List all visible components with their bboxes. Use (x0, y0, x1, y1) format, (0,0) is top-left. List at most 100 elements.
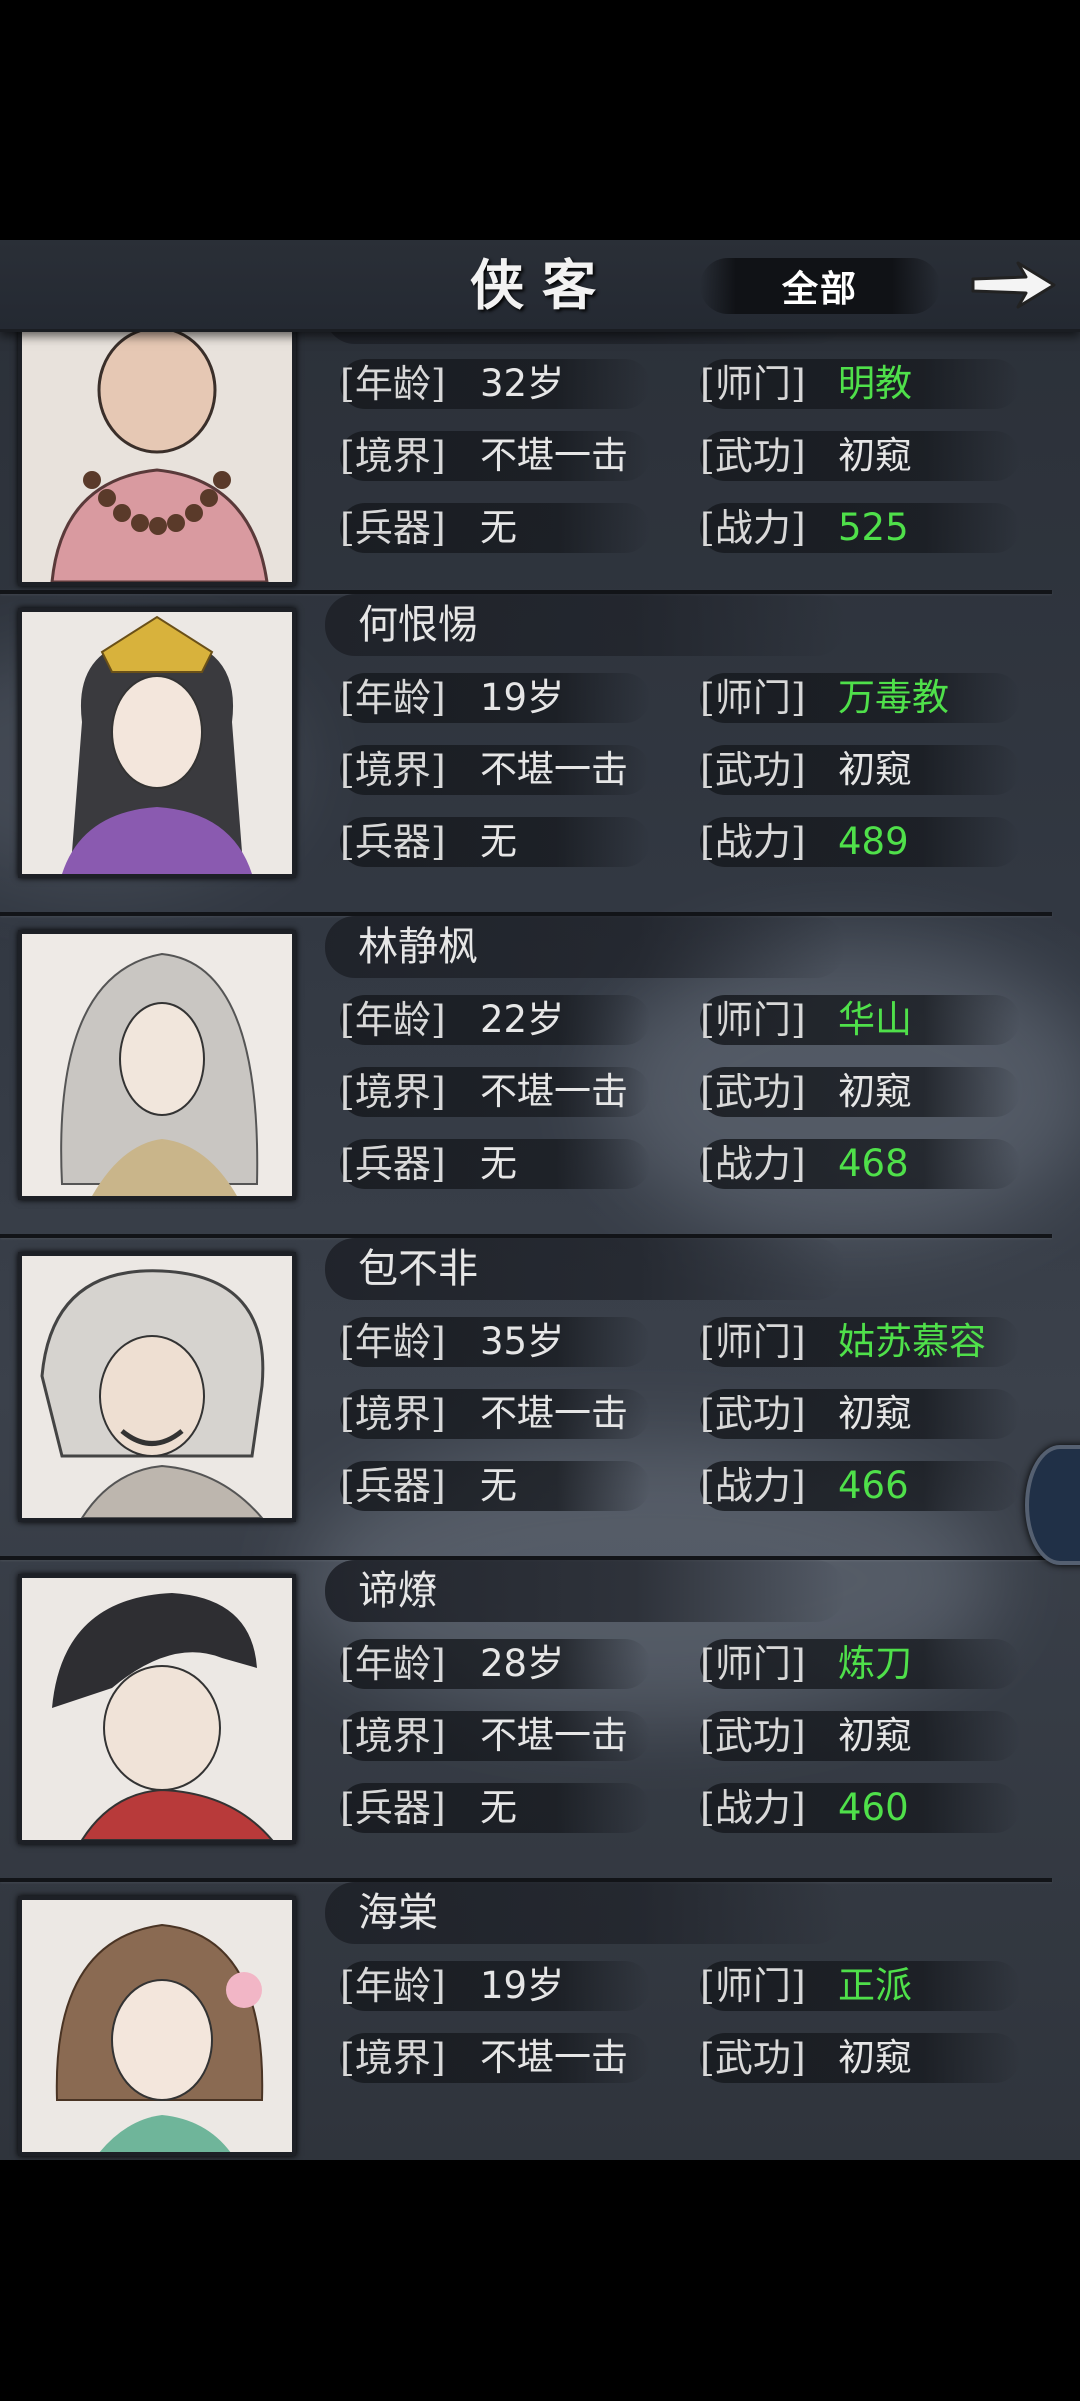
age-value: 22岁 (480, 998, 565, 1041)
age-label: [年龄] (340, 1964, 446, 2008)
power-value: 460 (838, 1786, 909, 1829)
age-label: [年龄] (340, 676, 446, 720)
character-name: 谛燎 (358, 1568, 438, 1614)
stat-row-1: [年龄] 28岁 [师门] 炼刀 (0, 1634, 1050, 1694)
top-black-bar (0, 0, 1080, 240)
stat-row-3: [兵器] 无 [战力] 468 (0, 1134, 1050, 1194)
realm-value: 不堪一击 (480, 434, 628, 477)
realm-value: 不堪一击 (480, 1714, 628, 1757)
character-name: 包不非 (358, 1246, 478, 1292)
power-value: 489 (838, 820, 909, 863)
stat-row-3: [兵器] 无 [战力] 525 (0, 498, 1050, 558)
page-title: 侠客 (470, 253, 614, 317)
header: 侠客 全部 (0, 240, 1080, 332)
martial-value: 初窥 (838, 1070, 912, 1113)
sect-label: [师门] (700, 1320, 806, 1364)
right-arrow-icon (971, 261, 1055, 309)
sect-value: 万毒教 (838, 676, 949, 719)
martial-label: [武功] (700, 1714, 806, 1758)
stat-row-1: [年龄] 19岁 [师门] 万毒教 (0, 668, 1050, 728)
weapon-label: [兵器] (340, 506, 446, 550)
character-portrait (18, 1896, 296, 2156)
weapon-label: [兵器] (340, 1464, 446, 1508)
sect-value: 明教 (838, 362, 912, 405)
martial-label: [武功] (700, 1070, 806, 1114)
character-name: 何恨惕 (358, 602, 478, 648)
martial-label: [武功] (700, 1392, 806, 1436)
sect-label: [师门] (700, 998, 806, 1042)
stat-row-2: [境界] 不堪一击 [武功] 初窥 (0, 1706, 1050, 1766)
stat-row-3: [兵器] 无 [战力] 466 (0, 1456, 1050, 1516)
sect-label: [师门] (700, 676, 806, 720)
stat-row-2: [境界] 不堪一击 [武功] 初窥 (0, 426, 1050, 486)
realm-value: 不堪一击 (480, 1392, 628, 1435)
bottom-black-bar (0, 2160, 1080, 2401)
filter-button[interactable]: 全部 (700, 258, 940, 314)
stat-row-2: [境界] 不堪一击 [武功] 初窥 (0, 740, 1050, 800)
stat-row-2: [境界] 不堪一击 [武功] 初窥 (0, 1062, 1050, 1122)
stat-row-2: [境界] 不堪一击 [武功] 初窥 (0, 2028, 1050, 2088)
realm-label: [境界] (340, 1714, 446, 1758)
age-value: 28岁 (480, 1642, 565, 1685)
martial-label: [武功] (700, 2036, 806, 2080)
sect-value: 炼刀 (838, 1642, 912, 1685)
character-card[interactable]: 何恨惕 [年龄] 19岁 [师门] 万毒教 [境界] 不堪一击 [武功] 初窥 (0, 594, 1052, 916)
weapon-label: [兵器] (340, 820, 446, 864)
realm-label: [境界] (340, 1392, 446, 1436)
character-card[interactable]: 包不非 [年龄] 35岁 [师门] 姑苏慕容 [境界] 不堪一击 [武功] 初窥 (0, 1238, 1052, 1560)
age-value: 35岁 (480, 1320, 565, 1363)
stat-row-3: [兵器] 无 [战力] 460 (0, 1778, 1050, 1838)
realm-label: [境界] (340, 434, 446, 478)
weapon-value: 无 (480, 820, 517, 863)
realm-value: 不堪一击 (480, 748, 628, 791)
character-name: 林静枫 (358, 924, 478, 970)
filter-label: 全部 (781, 268, 858, 310)
age-label: [年龄] (340, 1320, 446, 1364)
sect-value: 姑苏慕容 (838, 1320, 986, 1363)
realm-label: [境界] (340, 748, 446, 792)
power-value: 468 (838, 1142, 909, 1185)
next-arrow-button[interactable] (965, 250, 1060, 320)
power-value: 466 (838, 1464, 909, 1507)
stat-row-1: [年龄] 22岁 [师门] 华山 (0, 990, 1050, 1050)
game-screen: 侠客 全部 [年龄] 32岁 [师门] 明教 [境界] 不堪一击 [武功] 初窥… (0, 240, 1080, 2160)
martial-value: 初窥 (838, 1392, 912, 1435)
age-value: 19岁 (480, 1964, 565, 2007)
martial-label: [武功] (700, 434, 806, 478)
age-value: 19岁 (480, 676, 565, 719)
power-label: [战力] (700, 506, 806, 550)
character-name: 海棠 (358, 1890, 438, 1936)
stat-row-3: [兵器] 无 [战力] 489 (0, 812, 1050, 872)
weapon-label: [兵器] (340, 1142, 446, 1186)
age-value: 32岁 (480, 362, 565, 405)
sect-value: 正派 (838, 1964, 912, 2007)
sect-value: 华山 (838, 998, 912, 1041)
weapon-label: [兵器] (340, 1786, 446, 1830)
stat-row-1: [年龄] 19岁 [师门] 正派 (0, 1956, 1050, 2016)
martial-value: 初窥 (838, 2036, 912, 2079)
stat-row-1: [年龄] 32岁 [师门] 明教 (0, 354, 1050, 414)
power-label: [战力] (700, 1464, 806, 1508)
power-label: [战力] (700, 1142, 806, 1186)
martial-value: 初窥 (838, 434, 912, 477)
weapon-value: 无 (480, 1786, 517, 1829)
power-label: [战力] (700, 1786, 806, 1830)
age-label: [年龄] (340, 1642, 446, 1686)
weapon-value: 无 (480, 1142, 517, 1185)
age-label: [年龄] (340, 998, 446, 1042)
age-label: [年龄] (340, 362, 446, 406)
martial-value: 初窥 (838, 1714, 912, 1757)
character-list[interactable]: [年龄] 32岁 [师门] 明教 [境界] 不堪一击 [武功] 初窥 [兵器] … (0, 282, 1080, 2160)
character-card[interactable]: 谛燎 [年龄] 28岁 [师门] 炼刀 [境界] 不堪一击 [武功] 初窥 [兵… (0, 1560, 1052, 1882)
character-card[interactable]: 海棠 [年龄] 19岁 [师门] 正派 [境界] 不堪一击 [武功] 初窥 (0, 1882, 1050, 2160)
character-card[interactable]: 林静枫 [年龄] 22岁 [师门] 华山 [境界] 不堪一击 [武功] 初窥 [… (0, 916, 1052, 1238)
power-value: 525 (838, 506, 909, 549)
martial-label: [武功] (700, 748, 806, 792)
weapon-value: 无 (480, 1464, 517, 1507)
sect-label: [师门] (700, 1964, 806, 2008)
martial-value: 初窥 (838, 748, 912, 791)
weapon-value: 无 (480, 506, 517, 549)
realm-label: [境界] (340, 1070, 446, 1114)
realm-value: 不堪一击 (480, 2036, 628, 2079)
power-label: [战力] (700, 820, 806, 864)
